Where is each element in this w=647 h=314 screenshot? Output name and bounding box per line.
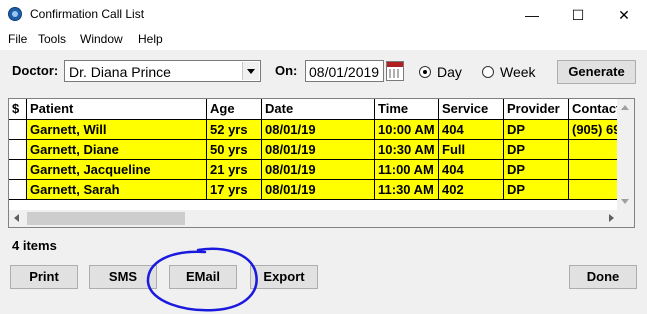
- column-header-date[interactable]: Date: [262, 99, 375, 119]
- items-count: 4 items: [12, 238, 57, 253]
- table-row[interactable]: Garnett, Jacqueline 21 yrs 08/01/19 11:0…: [9, 160, 629, 180]
- cell-dollar: [9, 180, 27, 200]
- print-button[interactable]: Print: [10, 265, 78, 289]
- column-header-time[interactable]: Time: [375, 99, 439, 119]
- maximize-button[interactable]: ☐: [555, 0, 601, 30]
- cell-age: 52 yrs: [207, 120, 262, 140]
- call-list-table[interactable]: $ Patient Age Date Time Service Provider…: [8, 98, 635, 228]
- scroll-up-icon[interactable]: [621, 105, 629, 110]
- generate-button[interactable]: Generate: [557, 60, 636, 84]
- scroll-corner: [617, 210, 634, 227]
- cell-provider: DP: [504, 140, 569, 160]
- on-label: On:: [275, 63, 298, 78]
- cell-date: 08/01/19: [262, 160, 375, 180]
- menu-bar: File Tools Window Help: [0, 30, 647, 50]
- day-radio-label[interactable]: Day: [437, 64, 462, 80]
- cell-time: 10:30 AM: [375, 140, 439, 160]
- doctor-select[interactable]: Dr. Diana Prince: [64, 60, 261, 82]
- email-button[interactable]: EMail: [169, 265, 237, 289]
- cell-patient: Garnett, Sarah: [27, 180, 207, 200]
- cell-age: 50 yrs: [207, 140, 262, 160]
- cell-age: 17 yrs: [207, 180, 262, 200]
- week-radio[interactable]: [482, 66, 494, 78]
- menu-help[interactable]: Help: [138, 32, 163, 46]
- cell-time: 11:00 AM: [375, 160, 439, 180]
- vertical-scrollbar[interactable]: [617, 99, 634, 210]
- scroll-right-icon[interactable]: [609, 214, 614, 222]
- export-button[interactable]: Export: [250, 265, 318, 289]
- cell-age: 21 yrs: [207, 160, 262, 180]
- cell-time: 10:00 AM: [375, 120, 439, 140]
- table-row[interactable]: Garnett, Sarah 17 yrs 08/01/19 11:30 AM …: [9, 180, 629, 200]
- column-header-patient[interactable]: Patient: [27, 99, 207, 119]
- week-radio-label[interactable]: Week: [500, 64, 536, 80]
- menu-file[interactable]: File: [8, 32, 27, 46]
- table-row[interactable]: Garnett, Will 52 yrs 08/01/19 10:00 AM 4…: [9, 120, 629, 140]
- column-header-service[interactable]: Service: [439, 99, 504, 119]
- cell-service: Full: [439, 140, 504, 160]
- cell-service: 404: [439, 160, 504, 180]
- cell-provider: DP: [504, 120, 569, 140]
- cell-dollar: [9, 140, 27, 160]
- minimize-button[interactable]: —: [509, 0, 555, 30]
- cell-date: 08/01/19: [262, 120, 375, 140]
- scroll-left-icon[interactable]: [14, 214, 19, 222]
- cell-service: 404: [439, 120, 504, 140]
- table-header: $ Patient Age Date Time Service Provider…: [9, 99, 621, 120]
- window-title: Confirmation Call List: [30, 7, 145, 21]
- column-header-dollar[interactable]: $: [9, 99, 27, 119]
- cell-dollar: [9, 160, 27, 180]
- cell-time: 11:30 AM: [375, 180, 439, 200]
- cell-patient: Garnett, Will: [27, 120, 207, 140]
- day-radio[interactable]: [419, 66, 431, 78]
- date-value: 08/01/2019: [309, 64, 380, 80]
- cell-service: 402: [439, 180, 504, 200]
- cell-provider: DP: [504, 160, 569, 180]
- column-header-provider[interactable]: Provider: [504, 99, 569, 119]
- table-row[interactable]: Garnett, Diane 50 yrs 08/01/19 10:30 AM …: [9, 140, 629, 160]
- horizontal-scrollbar[interactable]: [9, 210, 619, 227]
- menu-window[interactable]: Window: [80, 32, 123, 46]
- cell-patient: Garnett, Diane: [27, 140, 207, 160]
- close-button[interactable]: ✕: [601, 0, 647, 30]
- menu-tools[interactable]: Tools: [38, 32, 66, 46]
- column-header-age[interactable]: Age: [207, 99, 262, 119]
- date-input[interactable]: 08/01/2019: [305, 60, 384, 82]
- title-bar: Confirmation Call List — ☐ ✕: [0, 0, 647, 30]
- calendar-icon[interactable]: [386, 61, 404, 81]
- cell-date: 08/01/19: [262, 180, 375, 200]
- sms-button[interactable]: SMS: [89, 265, 157, 289]
- doctor-value: Dr. Diana Prince: [69, 64, 171, 80]
- horizontal-scroll-thumb[interactable]: [27, 212, 185, 225]
- app-icon: [8, 7, 22, 21]
- cell-date: 08/01/19: [262, 140, 375, 160]
- done-button[interactable]: Done: [569, 265, 637, 289]
- cell-patient: Garnett, Jacqueline: [27, 160, 207, 180]
- chevron-down-icon[interactable]: [242, 62, 259, 80]
- cell-dollar: [9, 120, 27, 140]
- cell-provider: DP: [504, 180, 569, 200]
- scroll-down-icon[interactable]: [621, 199, 629, 204]
- doctor-label: Doctor:: [12, 63, 59, 78]
